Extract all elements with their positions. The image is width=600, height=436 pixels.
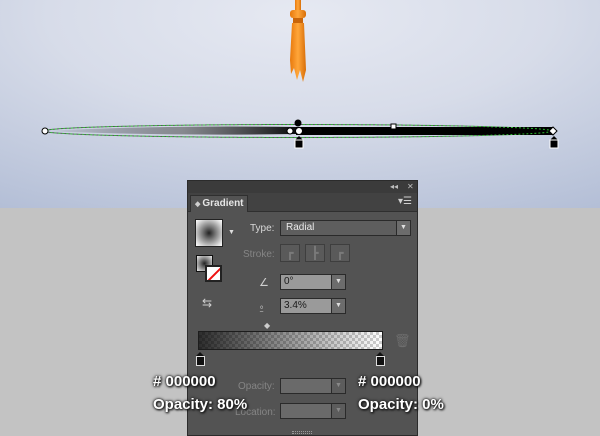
right-stop-color-note: # 000000 [358, 373, 421, 390]
left-stop-color-note: # 000000 [153, 373, 216, 390]
midpoint-diamond-icon[interactable]: ◆ [264, 321, 270, 330]
aspect-toggle-icon[interactable]: ⇆ [202, 296, 212, 310]
gradient-swatch-icon[interactable] [195, 219, 223, 247]
gradient-origin-handle[interactable] [286, 127, 294, 135]
gradient-top-handle[interactable] [294, 119, 302, 127]
panel-title-bar[interactable]: ◂◂ ✕ [188, 181, 417, 193]
canvas-stop-right[interactable] [549, 136, 559, 149]
gradient-midpoint-handle[interactable] [390, 123, 397, 130]
angle-input[interactable]: 0° [280, 274, 332, 290]
gradient-solid-shape [296, 127, 553, 135]
gradient-stop-box [196, 356, 205, 366]
type-label: Type: [250, 223, 275, 234]
aspect-ratio-icon: ⍛ [258, 299, 266, 313]
gradient-slider[interactable] [198, 331, 383, 350]
chevron-down-icon: ▼ [396, 221, 410, 235]
aspect-ratio-dropdown-icon[interactable]: ▼ [331, 298, 346, 314]
left-stop-opacity-note: Opacity: 80% [153, 396, 248, 413]
gradient-end-handle[interactable] [41, 127, 49, 135]
gradient-stop-right[interactable] [376, 352, 385, 366]
angle-icon: ∠ [259, 277, 269, 289]
stroke-swatch-icon[interactable] [205, 265, 222, 282]
tab-gradient[interactable]: ◆ Gradient [190, 195, 248, 212]
gradient-stop-left[interactable] [196, 352, 205, 366]
gradient-stop-box [376, 356, 385, 366]
location-dropdown-icon[interactable]: ▼ [331, 403, 346, 419]
panel-collapse-icon[interactable]: ◂◂ [390, 181, 398, 193]
stroke-across-button[interactable]: ┏ [330, 244, 350, 262]
opacity-label: Opacity: [238, 381, 275, 392]
stroke-within-button[interactable]: ┏ [280, 244, 300, 262]
gradient-artwork [41, 0, 559, 149]
type-select[interactable]: Radial ▼ [280, 220, 411, 236]
tassel-icon [290, 0, 306, 82]
stroke-along-button[interactable]: ┣ [305, 244, 325, 262]
panel-resize-grip[interactable] [292, 431, 312, 434]
trash-icon[interactable]: 🗑 [394, 333, 411, 349]
panel-menu-icon[interactable]: ▾☰ [398, 195, 412, 208]
gradient-center-handle[interactable] [295, 127, 303, 135]
opacity-dropdown-icon[interactable]: ▼ [331, 378, 346, 394]
aspect-ratio-input[interactable]: 3.4% [280, 298, 332, 314]
location-input[interactable] [280, 403, 332, 419]
tab-gradient-label: Gradient [202, 198, 244, 209]
swatch-dropdown-icon[interactable]: ▼ [228, 229, 235, 236]
type-select-value: Radial [286, 222, 315, 233]
opacity-input[interactable] [280, 378, 332, 394]
angle-dropdown-icon[interactable]: ▼ [331, 274, 346, 290]
panel-tab-bar: ◆ Gradient ▾☰ [188, 193, 417, 212]
right-stop-opacity-note: Opacity: 0% [358, 396, 444, 413]
tab-toggle-icon: ◆ [195, 201, 201, 208]
panel-close-icon[interactable]: ✕ [407, 181, 414, 193]
stroke-label: Stroke: [243, 249, 275, 260]
